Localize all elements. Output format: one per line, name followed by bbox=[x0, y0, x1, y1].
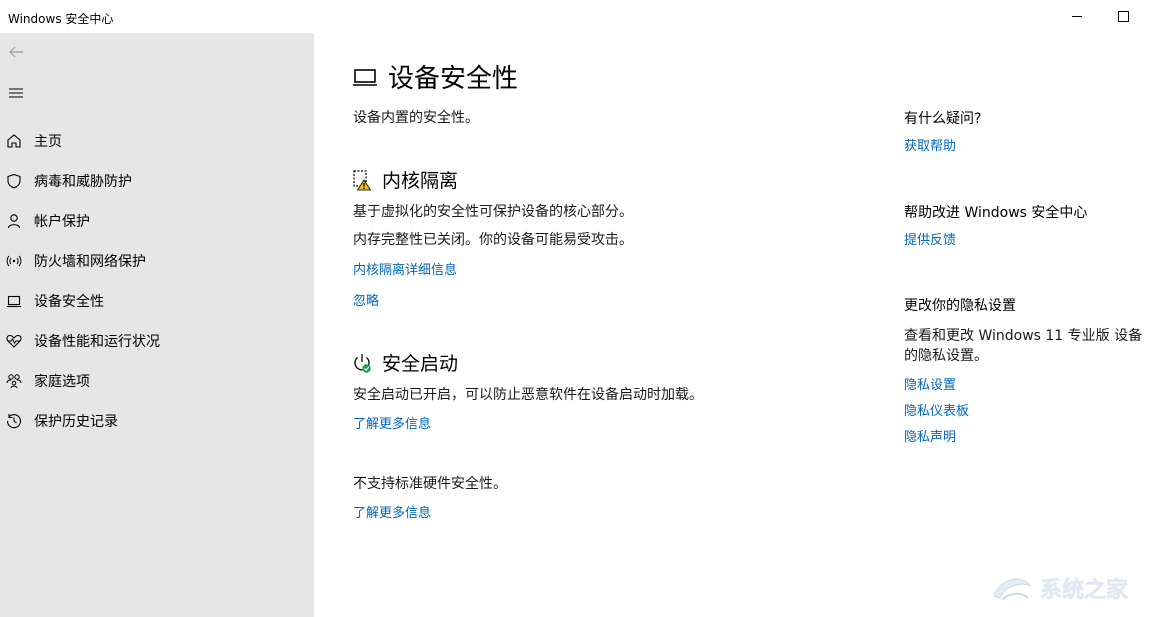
family-icon bbox=[6, 373, 22, 389]
get-help-link[interactable]: 获取帮助 bbox=[904, 135, 956, 154]
sidebar-item-device-security[interactable]: 设备安全性 bbox=[0, 283, 314, 319]
maximize-icon bbox=[1117, 11, 1129, 22]
page-title-text: 设备安全性 bbox=[388, 64, 519, 94]
memory-integrity-warning: 内存完整性已关闭。你的设备可能易受攻击。 bbox=[353, 232, 633, 248]
core-isolation-heading: 内核隔离 bbox=[352, 166, 458, 193]
title-bar: Windows 安全中心 bbox=[0, 0, 1161, 33]
secure-boot-title: 安全启动 bbox=[382, 353, 459, 375]
improve-heading: 帮助改进 Windows 安全中心 bbox=[904, 205, 1088, 221]
core-isolation-description: 基于虚拟化的安全性可保护设备的核心部分。 bbox=[353, 204, 633, 220]
privacy-statement-link[interactable]: 隐私声明 bbox=[904, 426, 956, 445]
core-isolation-title: 内核隔离 bbox=[382, 170, 459, 192]
menu-button[interactable] bbox=[0, 77, 32, 109]
hamburger-icon bbox=[9, 88, 23, 98]
window-title: Windows 安全中心 bbox=[8, 12, 114, 26]
page-title: 设备安全性 bbox=[352, 58, 518, 95]
privacy-description: 查看和更改 Windows 11 专业版 设备的隐私设置。 bbox=[904, 328, 1143, 364]
sidebar-item-label: 保护历史记录 bbox=[34, 414, 118, 430]
secure-boot-heading: 安全启动 bbox=[352, 349, 458, 376]
privacy-heading: 更改你的隐私设置 bbox=[904, 298, 1016, 314]
sidebar-item-account-protection[interactable]: 帐户保护 bbox=[0, 203, 314, 239]
privacy-dashboard-link[interactable]: 隐私仪表板 bbox=[904, 400, 969, 419]
core-isolation-details-link[interactable]: 内核隔离详细信息 bbox=[353, 259, 457, 278]
page-subtitle: 设备内置的安全性。 bbox=[353, 110, 479, 126]
sidebar-item-protection-history[interactable]: 保护历史记录 bbox=[0, 403, 314, 439]
heart-pulse-icon bbox=[6, 333, 22, 349]
hardware-security-text: 不支持标准硬件安全性。 bbox=[353, 476, 507, 492]
sidebar-item-family-options[interactable]: 家庭选项 bbox=[0, 363, 314, 399]
sidebar-item-device-performance[interactable]: 设备性能和运行状况 bbox=[0, 323, 314, 359]
hardware-learn-more-link[interactable]: 了解更多信息 bbox=[353, 502, 431, 521]
sidebar-item-label: 主页 bbox=[34, 134, 62, 150]
core-isolation-warning-icon bbox=[353, 169, 372, 190]
home-icon bbox=[6, 133, 22, 149]
laptop-icon bbox=[353, 68, 377, 86]
sidebar-item-label: 病毒和威胁防护 bbox=[34, 174, 132, 190]
watermark-logo-icon bbox=[993, 578, 1032, 601]
help-heading: 有什么疑问? bbox=[904, 111, 982, 127]
watermark: 系统之家 bbox=[990, 565, 1155, 611]
sidebar-item-label: 设备性能和运行状况 bbox=[34, 334, 160, 350]
secure-boot-description: 安全启动已开启，可以防止恶意软件在设备启动时加载。 bbox=[353, 387, 703, 403]
person-icon bbox=[6, 213, 22, 229]
sidebar-item-firewall[interactable]: 防火墙和网络保护 bbox=[0, 243, 314, 279]
privacy-settings-link[interactable]: 隐私设置 bbox=[904, 374, 956, 393]
maximize-button[interactable] bbox=[1100, 0, 1146, 33]
wifi-signal-icon bbox=[6, 253, 22, 269]
feedback-link[interactable]: 提供反馈 bbox=[904, 229, 956, 248]
back-arrow-icon bbox=[9, 46, 23, 58]
sidebar-item-label: 设备安全性 bbox=[34, 294, 104, 310]
sidebar-item-label: 帐户保护 bbox=[34, 214, 90, 230]
sidebar: 主页 病毒和威胁防护 帐户保护 防火墙和网络保护 设备安全性 设备性能和运行状况 bbox=[0, 33, 314, 617]
sidebar-item-label: 防火墙和网络保护 bbox=[34, 254, 146, 270]
secure-boot-ok-icon bbox=[354, 353, 371, 373]
minimize-icon bbox=[1072, 16, 1082, 17]
secure-boot-learn-more-link[interactable]: 了解更多信息 bbox=[353, 413, 431, 432]
sidebar-item-home[interactable]: 主页 bbox=[0, 123, 314, 159]
minimize-button[interactable] bbox=[1054, 0, 1100, 33]
back-button[interactable] bbox=[0, 36, 32, 68]
watermark-text: 系统之家 bbox=[1040, 578, 1129, 603]
shield-icon bbox=[6, 173, 22, 189]
main-content: 设备安全性 设备内置的安全性。 内核隔离 基于虚拟化的安全性可保护设备的核心部分… bbox=[314, 33, 1161, 617]
history-icon bbox=[6, 413, 22, 429]
laptop-icon bbox=[6, 293, 22, 309]
ignore-link[interactable]: 忽略 bbox=[353, 290, 379, 309]
sidebar-item-label: 家庭选项 bbox=[34, 374, 90, 390]
sidebar-item-virus-protection[interactable]: 病毒和威胁防护 bbox=[0, 163, 314, 199]
